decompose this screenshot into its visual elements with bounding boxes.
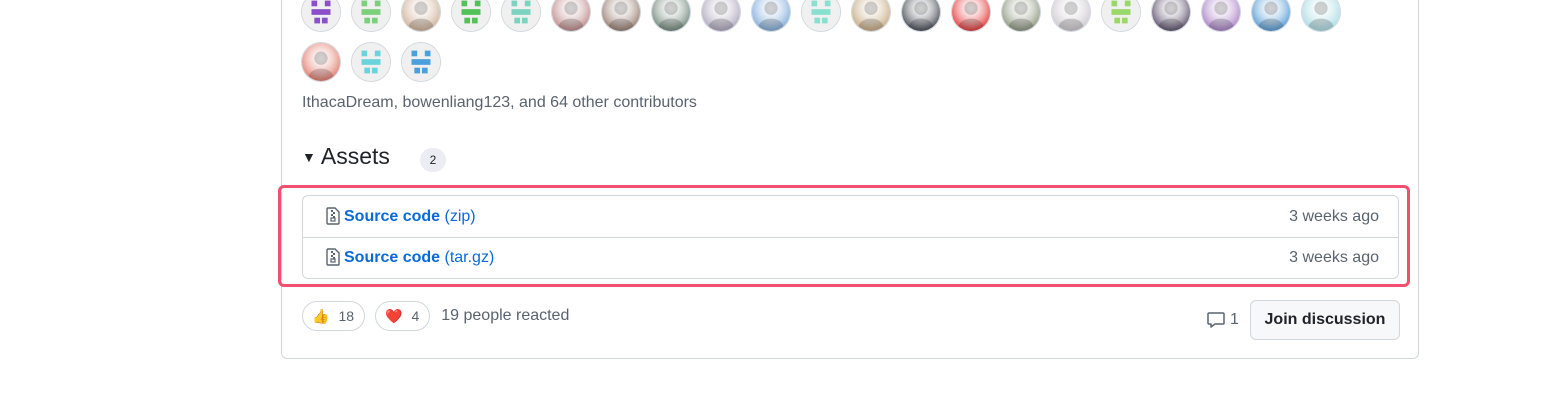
contributor-avatar[interactable] [401, 42, 441, 82]
highlight-box [278, 185, 1410, 287]
assets-title: Assets [320, 143, 390, 169]
assets-count-badge: 2 [420, 148, 446, 172]
contributor-avatar[interactable] [301, 42, 341, 82]
thumbs-up-count: 18 [338, 308, 355, 324]
heart-count: 4 [411, 308, 420, 324]
thumbs-up-icon: 👍 [312, 307, 330, 324]
reactions-bar: 👍 18 ❤️ 4 19 people reacted [302, 301, 569, 331]
comment-count-link[interactable]: 1 [1206, 310, 1239, 330]
heart-icon: ❤️ [385, 307, 403, 324]
assets-toggle[interactable]: ▼ Assets [302, 143, 390, 170]
contributors-text: IthacaDream, bowenliang123, and 64 other… [302, 94, 697, 111]
comment-icon [1207, 312, 1225, 328]
thumbs-up-reaction-button[interactable]: 👍 18 [302, 301, 366, 331]
contributor-avatar[interactable] [351, 42, 391, 82]
comment-count: 1 [1230, 311, 1239, 328]
join-discussion-button[interactable]: Join discussion [1250, 300, 1400, 340]
heart-reaction-button[interactable]: ❤️ 4 [375, 301, 431, 331]
triangle-down-icon: ▼ [302, 148, 316, 165]
reactions-summary: 19 people reacted [441, 307, 570, 324]
